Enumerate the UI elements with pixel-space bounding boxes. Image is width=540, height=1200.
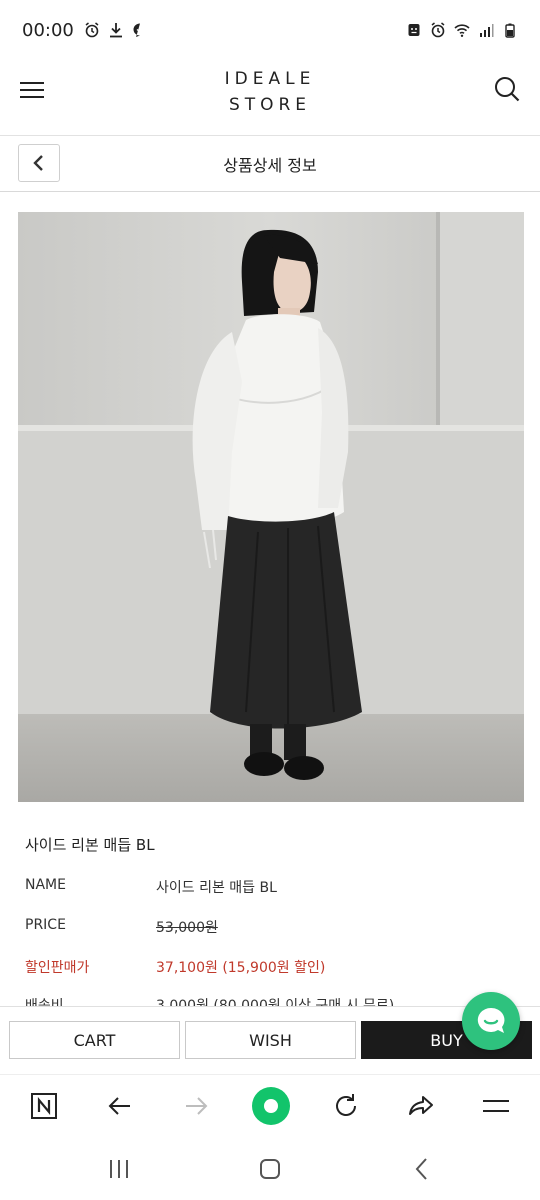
wifi-icon (454, 24, 470, 37)
detail-label: 할인판매가 (25, 960, 90, 976)
home-icon[interactable] (255, 1154, 285, 1184)
chat-button[interactable] (462, 992, 520, 1050)
status-left-icons (84, 22, 148, 38)
home-circle-icon[interactable] (251, 1086, 291, 1126)
original-price: 53,000원 (156, 920, 218, 936)
recent-apps-icon[interactable] (104, 1154, 134, 1184)
system-navigation-bar (0, 1136, 540, 1200)
status-right-icons (406, 22, 518, 38)
menu-icon[interactable] (479, 1089, 513, 1123)
product-photo-illustration (18, 212, 524, 802)
logo-line2: STORE (228, 95, 312, 115)
battery-icon (505, 23, 515, 38)
chat-icon (133, 23, 144, 37)
status-bar: 00:00 (0, 0, 540, 60)
detail-label: NAME (25, 877, 66, 893)
product-name: 사이드 리본 매듭 BL (25, 836, 155, 854)
refresh-icon[interactable] (329, 1089, 363, 1123)
cart-button[interactable]: CART (9, 1021, 180, 1059)
purchase-action-bar: CART WISH BUY (0, 1006, 540, 1074)
alarm-icon (85, 22, 99, 38)
title-bar: 상품상세 정보 (0, 136, 540, 192)
signal-icon (480, 24, 494, 37)
search-icon[interactable] (492, 74, 522, 104)
back-arrow-icon[interactable] (103, 1089, 137, 1123)
store-logo[interactable]: IDEALE STORE (0, 66, 540, 118)
logo-line1: IDEALE (224, 69, 316, 89)
browser-toolbar (0, 1074, 540, 1136)
page-title: 상품상세 정보 (223, 156, 317, 175)
sale-price: 37,100원 (15,900원 할인) (156, 960, 326, 976)
android-icon (408, 24, 420, 36)
alarm-icon (431, 22, 445, 38)
detail-label: PRICE (25, 917, 66, 933)
chat-bubble-icon (477, 1007, 505, 1033)
detail-row-price: PRICE 53,000원 (25, 917, 525, 939)
forward-arrow-icon[interactable] (179, 1089, 213, 1123)
detail-value: 사이드 리본 매듭 BL (156, 880, 277, 896)
share-icon[interactable] (404, 1089, 438, 1123)
status-time: 00:00 (22, 19, 74, 41)
site-header: IDEALE STORE (0, 60, 540, 136)
wish-button[interactable]: WISH (185, 1021, 356, 1059)
back-icon[interactable] (407, 1154, 437, 1184)
detail-row-name: NAME 사이드 리본 매듭 BL (25, 877, 525, 899)
naver-n-icon[interactable] (27, 1089, 61, 1123)
download-icon (109, 23, 122, 38)
detail-row-sale-price: 할인판매가 37,100원 (15,900원 할인) (25, 957, 525, 979)
product-image[interactable] (18, 212, 524, 802)
